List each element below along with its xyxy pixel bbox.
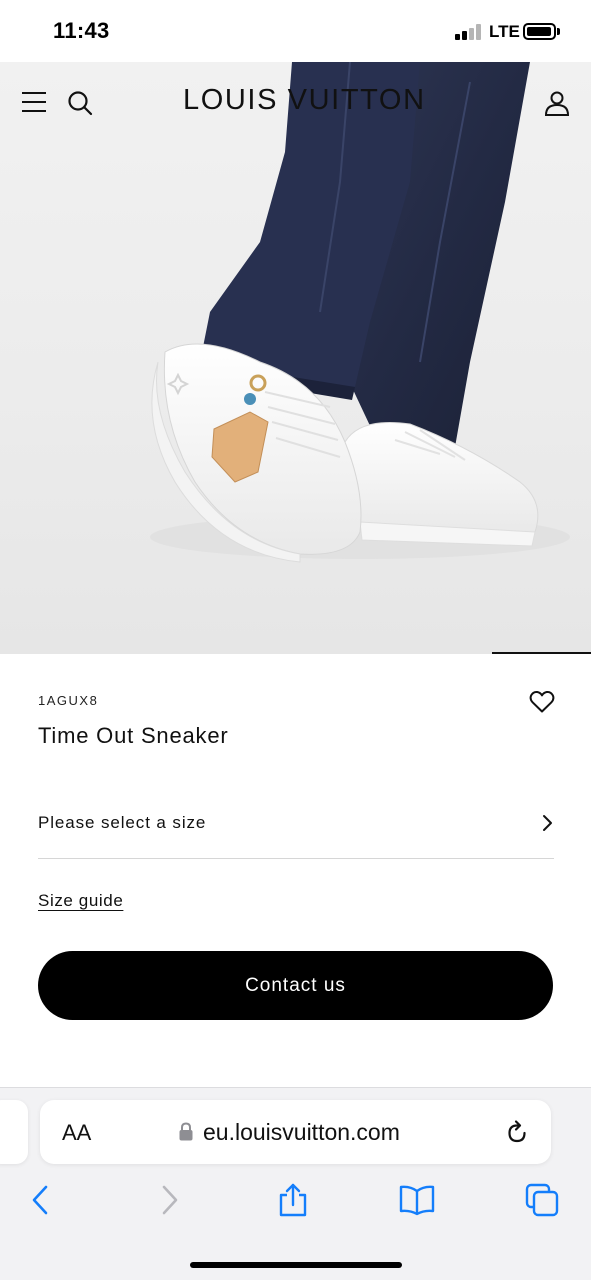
search-icon-glyph	[68, 91, 93, 116]
tabs-icon[interactable]	[525, 1183, 559, 1217]
status-bar: 11:43 LTE	[0, 0, 591, 62]
size-selector-label: Please select a size	[38, 813, 207, 832]
account-icon-glyph	[544, 91, 570, 116]
network-type: LTE	[489, 22, 520, 41]
brand-logo[interactable]: LOUIS VUITTON	[183, 84, 424, 117]
home-indicator	[190, 1262, 402, 1268]
text-size-label: AA	[62, 1120, 92, 1145]
account-icon[interactable]	[543, 89, 571, 117]
menu-icon[interactable]	[22, 92, 46, 112]
status-time: 11:43	[53, 18, 110, 43]
lock-icon	[179, 1122, 193, 1141]
previous-tab-preview[interactable]	[0, 1100, 28, 1164]
contact-us-button[interactable]: Contact us	[38, 951, 553, 1020]
product-title: Time Out Sneaker	[38, 723, 229, 748]
back-icon[interactable]	[24, 1183, 58, 1217]
address-bar[interactable]: AA eu.louisvuitton.com	[40, 1100, 551, 1164]
heart-icon	[529, 690, 555, 713]
bookmarks-icon[interactable]	[399, 1183, 435, 1217]
url-text[interactable]: eu.louisvuitton.com	[203, 1119, 400, 1146]
text-size-button[interactable]: AA	[62, 1120, 91, 1146]
battery-icon	[523, 23, 556, 40]
product-sku: 1AGUX8	[38, 693, 99, 708]
cellular-signal-icon	[455, 24, 483, 40]
forward-icon[interactable]	[152, 1183, 186, 1217]
gallery-progress-indicator	[492, 652, 591, 654]
size-guide-link[interactable]: Size guide	[38, 891, 123, 911]
share-icon[interactable]	[276, 1183, 310, 1217]
wishlist-heart-icon[interactable]	[529, 690, 555, 714]
product-photo-illustration	[150, 62, 570, 563]
reload-icon[interactable]	[505, 1119, 529, 1145]
chevron-right-icon	[540, 813, 554, 833]
search-icon[interactable]	[67, 90, 93, 116]
size-selector[interactable]: Please select a size	[38, 800, 554, 859]
product-image[interactable]	[0, 62, 591, 654]
